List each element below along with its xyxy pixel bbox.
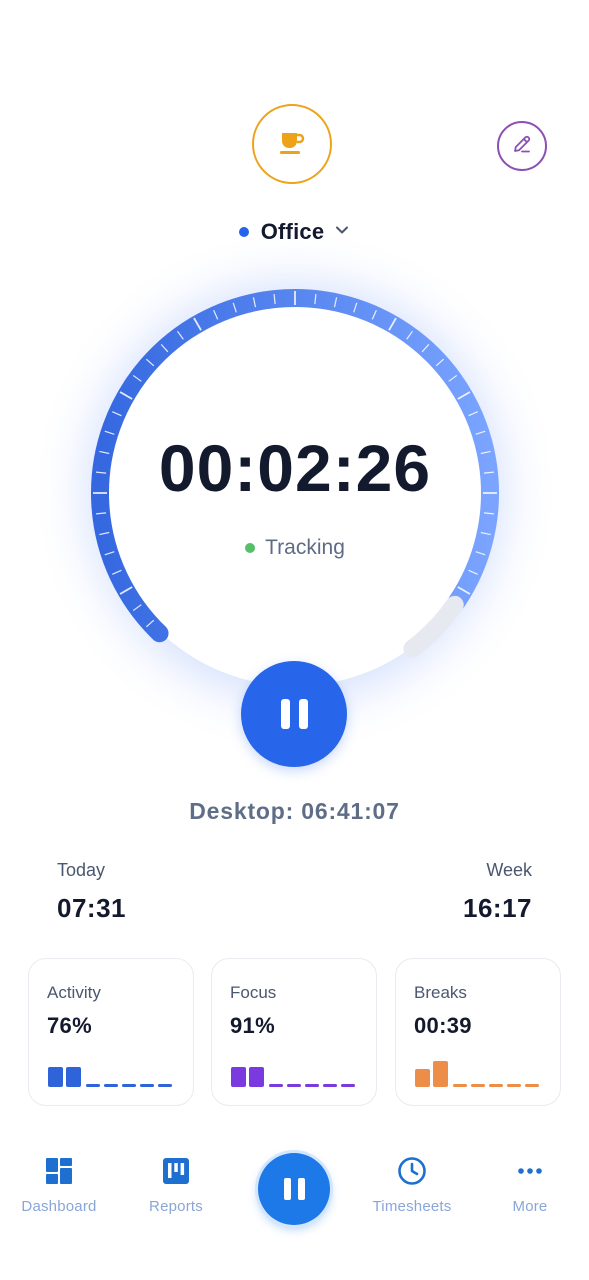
- card-value: 00:39: [414, 1013, 472, 1038]
- break-button[interactable]: [252, 104, 332, 184]
- activity-sparkline: [48, 1067, 172, 1087]
- spark-dash: [86, 1084, 100, 1087]
- week-value: 16:17: [463, 893, 532, 923]
- today-label: Today: [57, 860, 106, 880]
- timer-display: 00:02:26: [158, 431, 432, 505]
- breaks-card[interactable]: Breaks 00:39: [395, 958, 561, 1106]
- project-name: Office: [260, 219, 325, 244]
- spark-bar: [433, 1061, 448, 1087]
- nav-label: More: [512, 1198, 548, 1215]
- spark-dash: [305, 1084, 319, 1087]
- pencil-icon: [511, 133, 533, 160]
- pause-icon: [283, 1178, 305, 1200]
- spark-dash: [104, 1084, 118, 1087]
- desktop-time: Desktop: 06:41:07: [189, 798, 400, 824]
- spark-dash: [140, 1084, 154, 1087]
- more-dots-icon: [515, 1156, 545, 1186]
- card-title: Activity: [47, 983, 101, 1002]
- edit-button[interactable]: [497, 121, 547, 171]
- breaks-sparkline: [415, 1061, 539, 1087]
- spark-bar: [249, 1067, 264, 1087]
- activity-card[interactable]: Activity 76%: [28, 958, 194, 1106]
- clock-icon: [397, 1156, 427, 1186]
- card-title: Focus: [230, 983, 277, 1002]
- dashboard-grid-icon: [44, 1156, 74, 1186]
- pause-icon: [280, 699, 308, 729]
- chevron-down-icon: [334, 222, 350, 243]
- spark-bar: [48, 1067, 63, 1087]
- spark-dash: [525, 1084, 539, 1087]
- status-text: Tracking: [265, 536, 345, 559]
- spark-dash: [453, 1084, 467, 1087]
- focus-card[interactable]: Focus 91%: [211, 958, 377, 1106]
- nav-dashboard[interactable]: Dashboard: [4, 1156, 114, 1226]
- card-title: Breaks: [414, 983, 467, 1002]
- spark-dash: [269, 1084, 283, 1087]
- nav-label: Timesheets: [372, 1198, 452, 1215]
- tracking-status: Tracking: [95, 536, 495, 560]
- project-selector[interactable]: Office: [0, 212, 589, 252]
- nav-timesheets[interactable]: Timesheets: [357, 1156, 467, 1226]
- spark-dash: [158, 1084, 172, 1087]
- spark-dash: [507, 1084, 521, 1087]
- spark-dash: [287, 1084, 301, 1087]
- spark-bar: [415, 1069, 430, 1087]
- pause-fab-button[interactable]: [258, 1153, 330, 1225]
- coffee-cup-icon: [277, 127, 307, 162]
- spark-dash: [341, 1084, 355, 1087]
- pause-button[interactable]: [241, 661, 347, 767]
- nav-reports[interactable]: Reports: [121, 1156, 231, 1226]
- focus-sparkline: [231, 1067, 355, 1087]
- nav-label: Dashboard: [21, 1198, 97, 1215]
- spark-dash: [323, 1084, 337, 1087]
- nav-more[interactable]: More: [475, 1156, 585, 1226]
- week-label: Week: [486, 860, 532, 880]
- spark-dash: [122, 1084, 136, 1087]
- card-value: 76%: [47, 1013, 92, 1038]
- today-value: 07:31: [57, 893, 126, 923]
- spark-bar: [231, 1067, 246, 1087]
- status-dot: [245, 543, 256, 553]
- spark-dash: [489, 1084, 503, 1087]
- spark-dash: [471, 1084, 485, 1087]
- spark-bar: [66, 1067, 81, 1087]
- reports-board-icon: [161, 1156, 191, 1186]
- nav-label: Reports: [149, 1198, 203, 1215]
- card-value: 91%: [230, 1013, 275, 1038]
- project-color-dot: [238, 227, 249, 237]
